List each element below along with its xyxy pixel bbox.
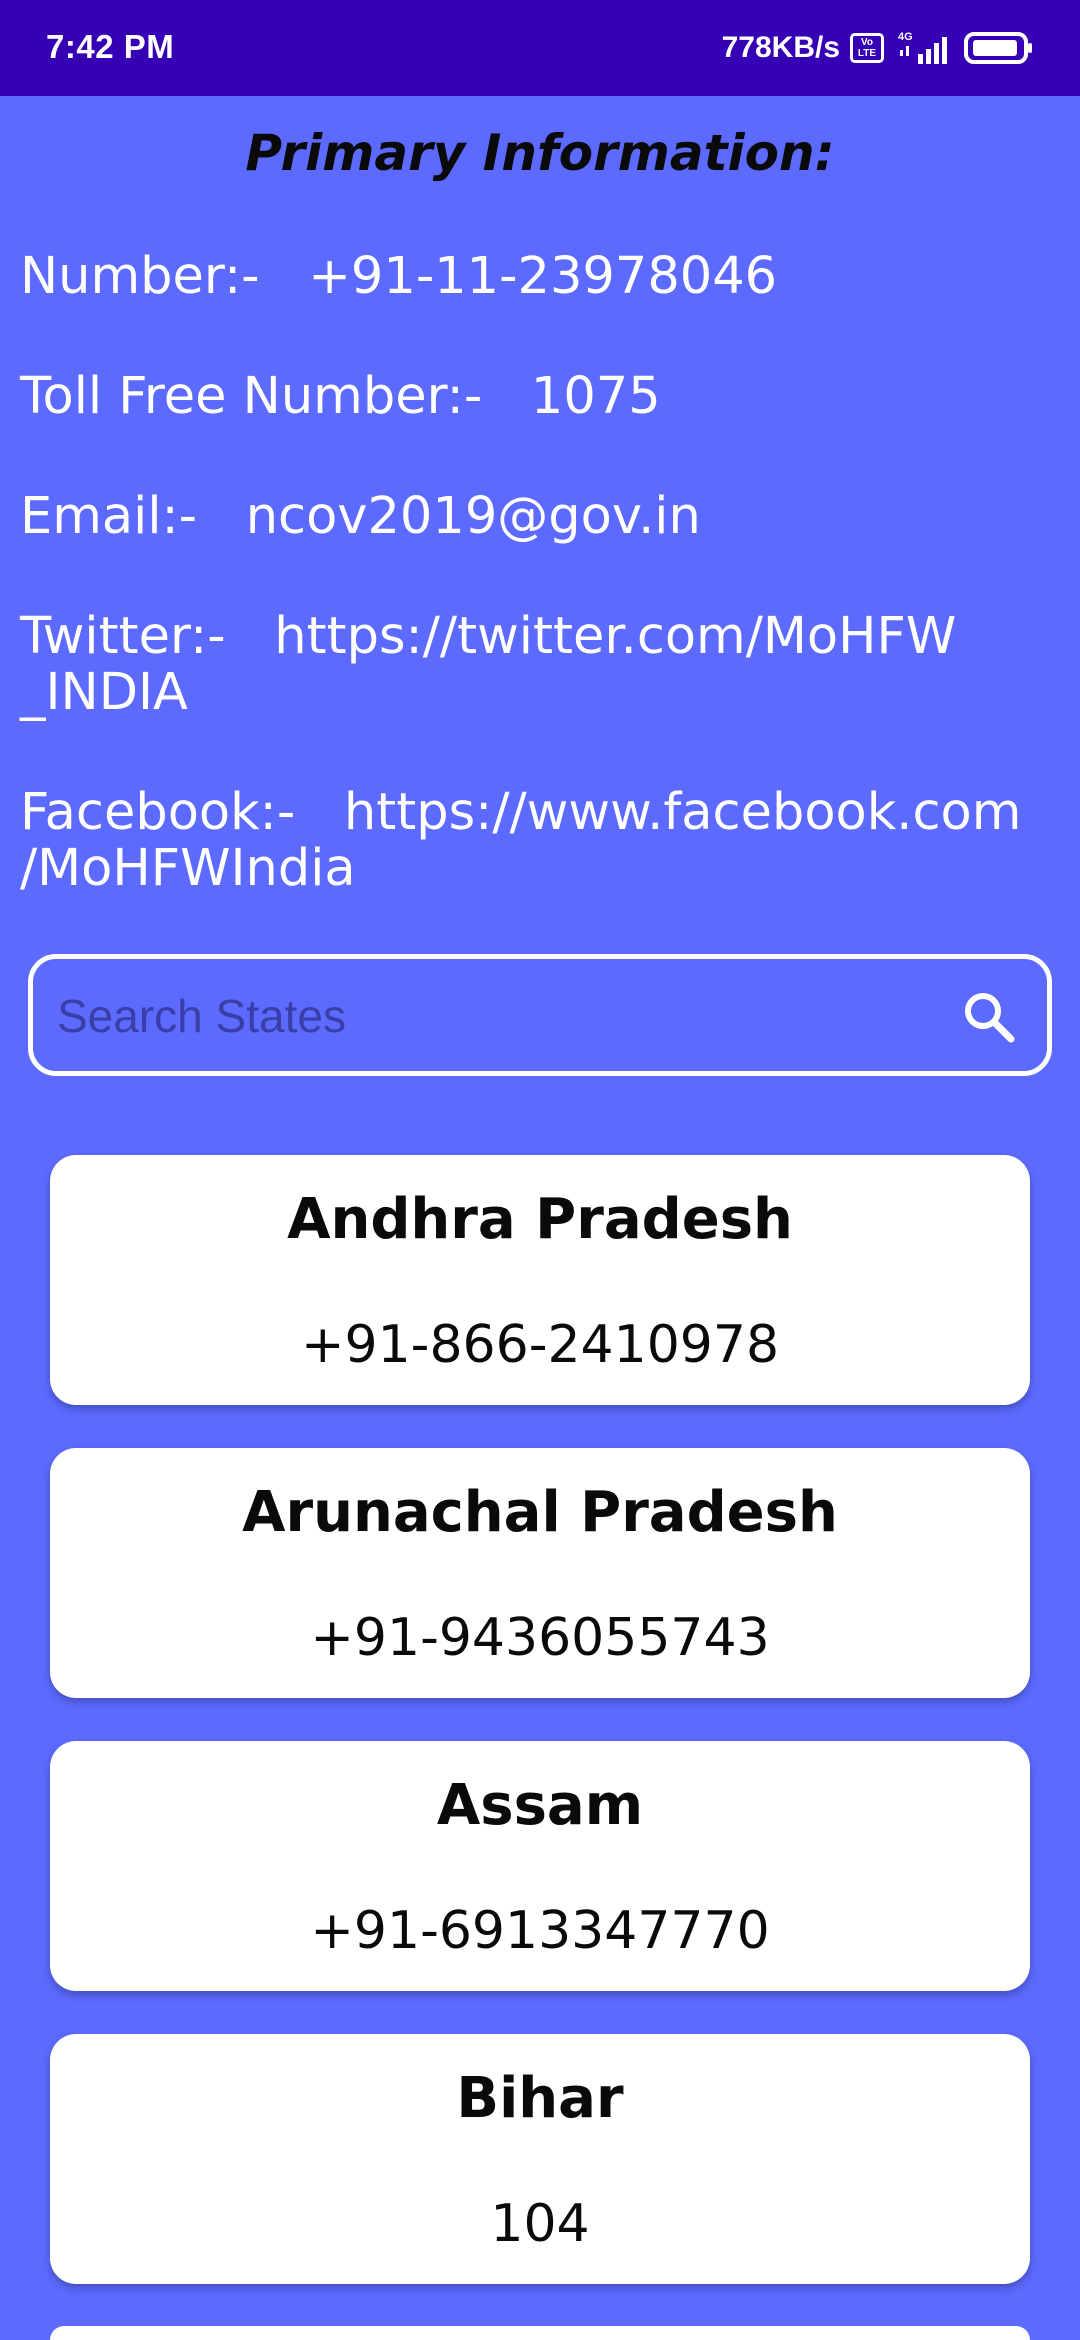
search-states-box[interactable]	[28, 954, 1052, 1076]
state-name: Bihar	[456, 2066, 624, 2131]
number-row: Number:- +91-11-23978046	[20, 248, 1060, 306]
status-indicators: 778KB/s Vo LTE 4G	[722, 24, 1034, 72]
tollfree-label: Toll Free Number:-	[20, 367, 483, 426]
email-row: Email:- ncov2019@gov.in	[20, 488, 1060, 546]
email-label: Email:-	[20, 487, 198, 546]
number-value[interactable]: +91-11-23978046	[308, 247, 777, 306]
status-bar: 7:42 PM 778KB/s Vo LTE 4G	[0, 0, 1080, 96]
state-helpline-number[interactable]: +91-6913347770	[50, 1901, 1030, 1961]
state-helpline-number[interactable]: +91-9436055743	[50, 1608, 1030, 1668]
twitter-link[interactable]: https://twitter.com/MoHFW	[274, 607, 956, 666]
volte-label-bottom: LTE	[857, 48, 877, 59]
state-name: Andhra Pradesh	[287, 1187, 793, 1252]
state-name: Arunachal Pradesh	[242, 1480, 838, 1545]
email-value[interactable]: ncov2019@gov.in	[246, 487, 701, 546]
state-card-bihar[interactable]: Bihar 104	[50, 2034, 1030, 2284]
twitter-label: Twitter:-	[20, 607, 226, 666]
twitter-row-continued: _INDIA	[20, 664, 1060, 722]
state-name: Assam	[436, 1773, 644, 1838]
twitter-link-continued[interactable]: _INDIA	[20, 663, 188, 722]
search-input[interactable]	[55, 959, 959, 1073]
battery-icon	[964, 32, 1032, 64]
state-card-assam[interactable]: Assam +91-6913347770	[50, 1741, 1030, 1991]
primary-information-title: Primary Information:	[245, 124, 835, 182]
number-label: Number:-	[20, 247, 260, 306]
facebook-link[interactable]: https://www.facebook.com	[344, 783, 1022, 842]
state-card-andhra-pradesh[interactable]: Andhra Pradesh +91-866-2410978	[50, 1155, 1030, 1405]
state-helpline-number[interactable]: +91-866-2410978	[50, 1315, 1030, 1375]
tollfree-row: Toll Free Number:- 1075	[20, 368, 1060, 426]
facebook-row: Facebook:- https://www.facebook.com	[20, 784, 1060, 842]
facebook-label: Facebook:-	[20, 783, 296, 842]
volte-icon: Vo LTE	[850, 33, 884, 63]
status-time: 7:42 PM	[46, 28, 175, 65]
network-type-label: 4G	[898, 31, 913, 43]
network-speed: 778KB/s	[721, 31, 840, 64]
signal-icon: 4G	[898, 31, 947, 64]
state-card-arunachal-pradesh[interactable]: Arunachal Pradesh +91-9436055743	[50, 1448, 1030, 1698]
state-helpline-number[interactable]: 104	[50, 2194, 1030, 2254]
search-icon[interactable]	[961, 989, 1015, 1043]
twitter-row: Twitter:- https://twitter.com/MoHFW	[20, 608, 1060, 666]
state-card-next-partial[interactable]	[50, 2326, 1030, 2340]
facebook-row-continued: /MoHFWIndia	[20, 840, 1060, 898]
volte-label-top: Vo	[860, 37, 874, 48]
facebook-link-continued[interactable]: /MoHFWIndia	[20, 839, 356, 898]
tollfree-value[interactable]: 1075	[531, 367, 661, 426]
